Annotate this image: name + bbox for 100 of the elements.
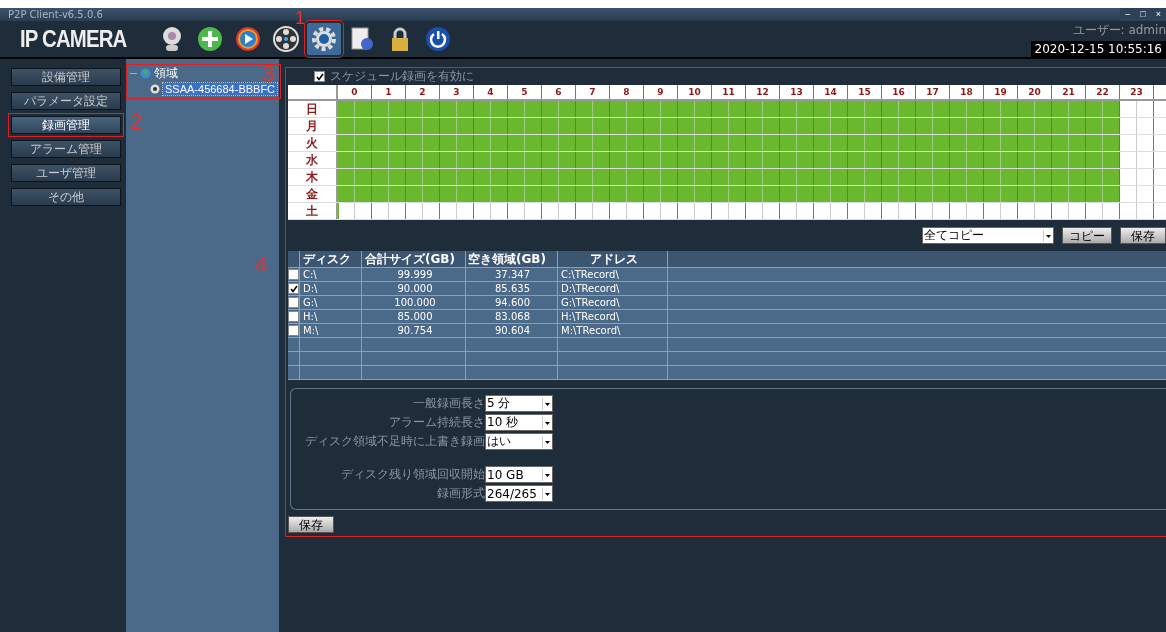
hour-label: 17 — [916, 85, 950, 99]
checkbox[interactable] — [288, 269, 299, 280]
sidebar-item[interactable]: パラメータ設定 — [11, 92, 121, 110]
collapse-icon[interactable] — [130, 70, 137, 77]
table-cell: G:\TRecord\ — [558, 296, 668, 309]
table-cell: 83.068 — [466, 310, 558, 323]
callout-number: 4 — [255, 254, 268, 276]
setting-dropdown[interactable]: 10 GB — [485, 466, 553, 483]
film-reel-icon — [272, 25, 300, 53]
sidebar-item[interactable]: 録画管理 — [11, 116, 121, 134]
table-cell: D:\ — [300, 282, 362, 295]
checkbox[interactable] — [288, 297, 299, 308]
setting-dropdown[interactable]: 10 秒 — [485, 414, 553, 431]
schedule-row[interactable] — [338, 203, 1154, 219]
window-title: P2P Client-v6.5.0.6 — [8, 9, 103, 20]
hour-label: 12 — [746, 85, 780, 99]
hour-label: 9 — [644, 85, 678, 99]
table-cell: 100.000 — [362, 296, 466, 309]
dropdown-arrow-icon — [542, 397, 552, 410]
hour-label: 8 — [610, 85, 644, 99]
hour-label: 2 — [406, 85, 440, 99]
checkbox[interactable] — [288, 325, 299, 336]
table-cell: M:\ — [300, 324, 362, 337]
globe-icon — [140, 68, 151, 79]
window-control[interactable]: □ — [1135, 8, 1151, 21]
checkbox[interactable] — [288, 283, 299, 294]
tree-node[interactable]: 領域 — [154, 65, 178, 82]
setting-label: ディスク残り領域回収開始 — [340, 466, 485, 483]
hour-label: 3 — [440, 85, 474, 99]
callout-number: 3 — [262, 63, 275, 85]
play-icon — [234, 25, 262, 53]
copy-dropdown[interactable]: 全てコピー — [922, 227, 1054, 244]
setting-label: ディスク領域不足時に上書き録画 — [304, 433, 485, 450]
setting-label: 録画形式 — [436, 485, 485, 502]
table-cell: D:\TRecord\ — [558, 282, 668, 295]
sidebar-item[interactable]: アラーム管理 — [11, 140, 121, 158]
checkbox[interactable] — [288, 311, 299, 322]
hour-label: 14 — [814, 85, 848, 99]
dropdown-arrow-icon — [542, 416, 552, 429]
gear-icon — [310, 25, 338, 53]
user-label: ユーザー: admin — [1072, 21, 1166, 39]
hour-label: 21 — [1052, 85, 1086, 99]
table-cell: 90.000 — [362, 282, 466, 295]
window-control[interactable]: – — [1120, 8, 1136, 21]
plus-icon — [196, 25, 224, 53]
hour-label: 1 — [372, 85, 406, 99]
table-cell: 90.604 — [466, 324, 558, 337]
setting-label: アラーム持続長さ — [388, 414, 485, 431]
table-cell: 94.600 — [466, 296, 558, 309]
camera-icon — [150, 83, 160, 94]
dropdown-arrow-icon — [542, 468, 552, 481]
table-cell: C:\TRecord\ — [558, 268, 668, 281]
dropdown-arrow-icon — [542, 487, 552, 500]
schedule-grid[interactable]: 0 1 2 3 4 5 6 7 8 9 10 11 12 13 14 15 16 17 18 19 20 21 22 23 日 月 火 水 木 金 土 — [288, 85, 1166, 220]
hour-label: 13 — [780, 85, 814, 99]
date-time: 2020-12-15 10:55:16 — [1030, 40, 1166, 57]
column-header: 空き領域(GB) — [466, 251, 558, 267]
dropdown-arrow-icon — [542, 435, 552, 448]
callout-number: 1 — [295, 9, 305, 27]
hour-label: 22 — [1086, 85, 1120, 99]
table-cell: H:\TRecord\ — [558, 310, 668, 323]
table-cell: 37.347 — [466, 268, 558, 281]
hour-label: 20 — [1018, 85, 1052, 99]
column-header: 合計サイズ(GB) — [362, 251, 466, 267]
sidebar-item[interactable]: ユーザ管理 — [11, 164, 121, 182]
column-header: ディスク — [300, 251, 362, 267]
table-cell: G:\ — [300, 296, 362, 309]
power-icon — [424, 25, 452, 53]
hour-label: 23 — [1120, 85, 1154, 99]
dropdown-arrow-icon — [1043, 229, 1053, 242]
tree-node[interactable]: SSAA-456684-BBBFC — [163, 82, 278, 95]
column-header: アドレス — [558, 251, 668, 267]
setting-dropdown[interactable]: はい — [485, 433, 553, 450]
table-cell: M:\TRecord\ — [558, 324, 668, 337]
table-cell: 90.754 — [362, 324, 466, 337]
checkbox-label: スケジュール録画を有効に — [330, 68, 474, 85]
checkbox[interactable] — [314, 71, 325, 82]
hour-label: 0 — [338, 85, 372, 99]
setting-dropdown[interactable]: 264/265 — [485, 485, 553, 502]
table-cell: 85.000 — [362, 310, 466, 323]
hour-label: 4 — [474, 85, 508, 99]
save-button[interactable]: 保存 — [1120, 227, 1166, 244]
hour-label: 18 — [950, 85, 984, 99]
sidebar-item[interactable]: 設備管理 — [11, 68, 121, 86]
hour-label: 11 — [712, 85, 746, 99]
save-button[interactable]: 保存 — [288, 516, 334, 533]
callout-number: 2 — [130, 111, 143, 133]
hour-label: 7 — [576, 85, 610, 99]
table-cell: H:\ — [300, 310, 362, 323]
app-logo: IP CAMERA — [20, 25, 128, 53]
hour-label: 16 — [882, 85, 916, 99]
sidebar-item[interactable]: その他 — [11, 188, 121, 206]
copy-button[interactable]: コピー — [1062, 227, 1112, 244]
table-cell: C:\ — [300, 268, 362, 281]
hour-label: 5 — [508, 85, 542, 99]
hour-label: 19 — [984, 85, 1018, 99]
hour-label: 10 — [678, 85, 712, 99]
hour-label: 6 — [542, 85, 576, 99]
setting-dropdown[interactable]: 5 分 — [485, 395, 553, 412]
table-cell: 85.635 — [466, 282, 558, 295]
